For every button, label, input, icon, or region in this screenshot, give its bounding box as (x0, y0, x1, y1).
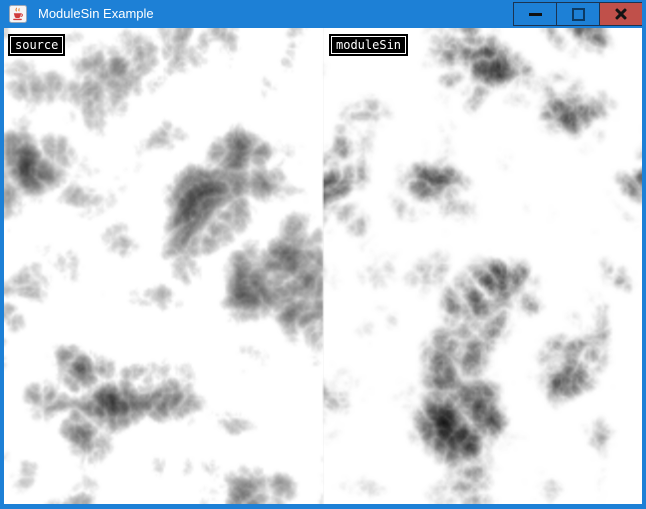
close-button[interactable] (599, 2, 643, 26)
minimize-button[interactable] (513, 2, 557, 26)
render-area: source moduleSin (4, 28, 642, 504)
titlebar[interactable]: ModuleSin Example (0, 0, 646, 28)
panel-divider (323, 28, 324, 504)
source-label: source (8, 34, 65, 56)
java-coffee-cup-icon[interactable] (9, 5, 27, 23)
maximize-icon (572, 8, 585, 21)
close-icon (613, 6, 629, 22)
maximize-button[interactable] (556, 2, 600, 26)
minimize-icon (529, 13, 542, 16)
window-controls (513, 2, 643, 26)
window: ModuleSin Example source moduleSin (0, 0, 646, 509)
window-title: ModuleSin Example (38, 0, 154, 28)
modulesin-label: moduleSin (329, 34, 408, 56)
